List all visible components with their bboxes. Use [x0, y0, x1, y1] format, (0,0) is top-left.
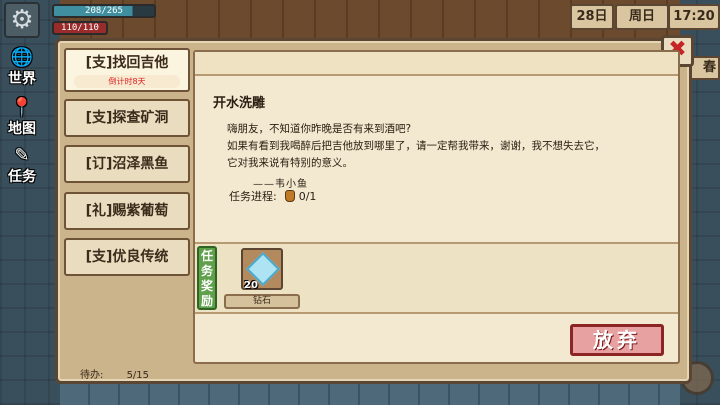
globe-icon: 🌐 — [10, 47, 34, 68]
map-button[interactable]: 📍 地图 — [0, 98, 44, 138]
season-label: 春 — [690, 56, 720, 80]
mp-text: 110/110 — [61, 23, 99, 33]
quest-item-0[interactable]: [支]找回吉他 倒计时8天 — [64, 48, 190, 92]
date-day: 28日 — [570, 4, 614, 30]
world-button[interactable]: 🌐 世界 — [0, 48, 44, 88]
quest-label: [订]沼泽黑鱼 — [85, 156, 169, 172]
quest-description: 嗨朋友，不知道你昨晚是否有来到酒吧? 如果有看到我喝醉后把吉他放到哪里了，请一定… — [227, 121, 667, 172]
map-pin-icon: 📍 — [10, 97, 34, 118]
mp-bar: 110/110 — [52, 21, 108, 35]
bottle-icon — [284, 190, 295, 202]
gear-icon: ⚙ — [10, 5, 34, 35]
hp-text: 208/265 — [85, 6, 123, 16]
progress-label: 任务进程: — [229, 190, 277, 203]
date-weekday: 周日 — [615, 4, 669, 30]
quest-countdown: 倒计时8天 — [74, 75, 180, 88]
quill-icon: ✎ — [14, 145, 30, 166]
abandon-button[interactable]: 放弃 — [570, 324, 664, 356]
quest-detail: 开水洗雕 嗨朋友，不知道你昨晚是否有来到酒吧? 如果有看到我喝醉后把吉他放到哪里… — [193, 50, 680, 364]
detail-header-strip — [195, 52, 678, 76]
pending-count: 待办: 5/15 — [80, 366, 149, 381]
quest-label: [支]优良传统 — [85, 249, 169, 265]
reward-section: 任务奖励 20 钻石 — [195, 242, 678, 314]
reward-tag: 任务奖励 — [197, 246, 217, 310]
reward-quantity: 20 — [244, 280, 258, 291]
quest-item-4[interactable]: [支]优良传统 — [64, 238, 190, 276]
quest-item-1[interactable]: [支]探查矿洞 — [64, 99, 190, 137]
quest-item-2[interactable]: [订]沼泽黑鱼 — [64, 145, 190, 183]
quest-label: [礼]赐紫葡萄 — [85, 203, 169, 219]
reward-name: 钻石 — [224, 294, 300, 309]
world-label: 世界 — [8, 71, 36, 87]
task-button[interactable]: ✎ 任务 — [0, 146, 44, 186]
progress-value: 0/1 — [298, 190, 317, 203]
clock-time: 17:20 — [668, 4, 720, 30]
quest-description-line: 嗨朋友，不知道你昨晚是否有来到酒吧? — [227, 123, 412, 135]
quest-description-line: 如果有看到我喝醉后把吉他放到哪里了，请一定帮我带来，谢谢，我不想失去它， — [227, 140, 605, 152]
quest-label: [支]找回吉他 — [85, 55, 169, 71]
map-label: 地图 — [8, 121, 36, 137]
quest-progress: 任务进程: 0/1 — [229, 188, 316, 204]
pending-label: 待办: — [80, 370, 104, 381]
quest-item-3[interactable]: [礼]赐紫葡萄 — [64, 192, 190, 230]
task-label: 任务 — [8, 169, 36, 185]
reward-item-slot[interactable]: 20 — [241, 248, 283, 291]
hp-bar: 208/265 — [52, 4, 156, 18]
pending-value: 5/15 — [126, 370, 150, 381]
quest-description-line: 它对我来说有特别的意义。 — [227, 157, 353, 169]
quest-title: 开水洗雕 — [213, 96, 266, 111]
quest-label: [支]探查矿洞 — [85, 110, 169, 126]
settings-gear-button[interactable]: ⚙ — [4, 2, 40, 38]
